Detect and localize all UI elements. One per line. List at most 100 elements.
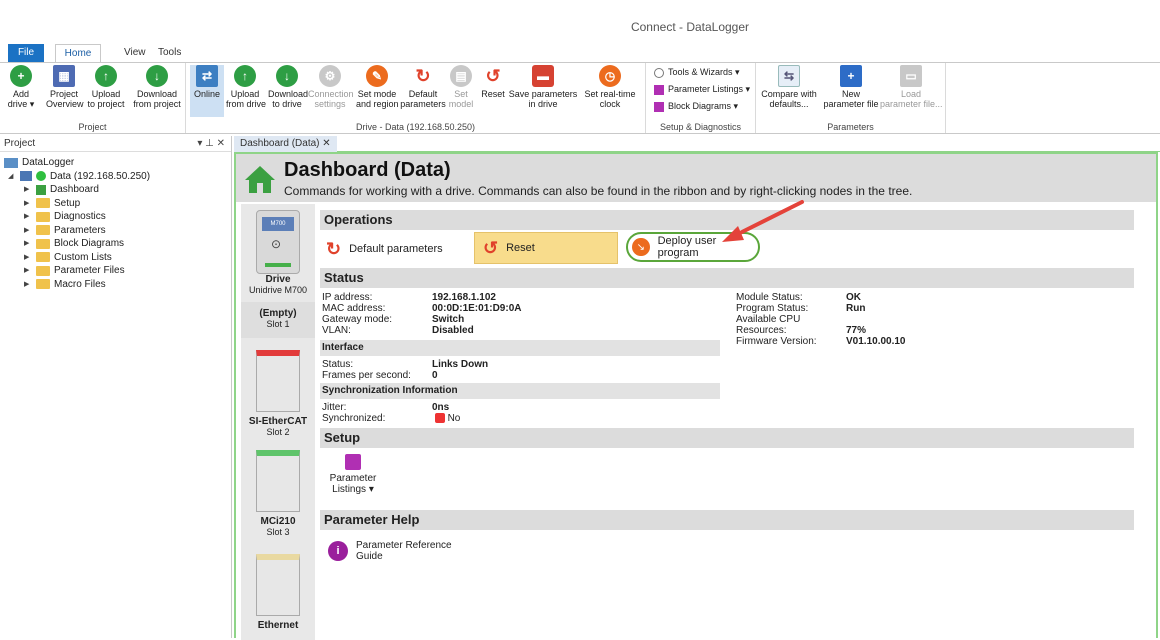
tree-item-dashboard[interactable]: ▶ Dashboard [4,183,231,197]
status-gateway: Gateway mode: Switch [322,314,465,325]
block-diagrams-icon [654,101,664,112]
device-ethernet[interactable]: Ethernet [241,554,315,631]
folder-icon [36,279,50,290]
listings-icon [345,454,361,470]
download-from-project-button[interactable]: ↓ Download from project [132,65,182,109]
status-mac: MAC address: 00:0D:1E:01:D9:0A [322,303,522,314]
tools-icon [654,67,664,78]
tree-item-parameter-files[interactable]: ▶ Parameter Files [4,264,231,278]
project-panel: Project ▾ ⊥ ✕ DataLogger ◢ Data (192.168… [0,136,232,638]
tree-item-diagnostics[interactable]: ▶ Diagnostics [4,210,231,224]
device-slot-2[interactable]: SI-EtherCAT Slot 2 [241,350,315,437]
load-folder-icon: ▭ [900,65,922,87]
default-params-icon: ↻ [326,238,342,259]
reset-icon: ↺ [483,237,499,258]
status-section: IP address: 192.168.1.102 MAC address: 00:… [320,288,1134,347]
ribbon: + Add drive ▾ ▦ Project Overview ↑ Uploa… [0,62,1160,134]
tree-item-setup[interactable]: ▶ Setup [4,197,231,211]
page-subtitle: Commands for working with a drive. Comma… [284,184,913,198]
default-params-icon: ↻ [415,66,431,86]
set-mode-button[interactable]: ✎ Set mode and region [356,65,399,109]
online-button[interactable]: ⇄ Online [190,65,224,117]
parameters-group-label: Parameters [827,122,874,132]
parameter-reference-guide-action[interactable]: i Parameter Reference Guide [328,536,1142,566]
document-tab-dashboard[interactable]: Dashboard (Data) ✕ [234,136,337,152]
collapse-arrow-icon: ▶ [24,213,30,220]
tree-item-block-diagrams[interactable]: ▶ Block Diagrams [4,237,231,251]
upload-from-drive-button[interactable]: ↑ Upload from drive [226,65,266,109]
tree-item-parameters[interactable]: ▶ Parameters [4,224,231,238]
reset-button[interactable]: ↺ Reset [478,65,508,99]
set-mode-icon: ✎ [366,65,388,87]
collapse-arrow-icon: ▶ [24,253,30,261]
dashboard-banner: Dashboard (Data) Commands for working wi… [236,154,1156,202]
reset-action[interactable]: ↺ Reset [474,232,618,264]
download-drive-icon: ↓ [276,65,298,87]
interface-section: Status: Links Down Frames per second: 0 [322,359,489,381]
add-drive-icon: + [10,65,32,87]
setup-group: Tools & Wizards ▾ Parameter Listings ▾ B… [646,63,756,133]
reset-icon: ↺ [485,66,501,86]
new-parameter-file-button[interactable]: + New parameter file [822,65,880,109]
drive-icon [20,171,32,182]
default-parameters-button[interactable]: ↻ Default parameters [400,65,446,109]
add-drive-button[interactable]: + Add drive ▾ [6,65,36,109]
tools-wizards-button[interactable]: Tools & Wizards ▾ [654,67,740,78]
download-to-drive-button[interactable]: ↓ Download to drive [268,65,308,109]
connection-settings-button[interactable]: ⚙ Connection settings [308,65,354,109]
home-icon [245,166,275,193]
folder-icon [36,211,50,222]
collapse-arrow-icon: ▶ [24,280,30,288]
panel-controls[interactable]: ▾ ⊥ ✕ [197,136,225,151]
status-cpu: Available CPU Resources: 77% [736,314,867,336]
upload-to-project-button[interactable]: ↑ Upload to project [86,65,126,109]
status-heading: Status [320,268,1134,288]
tab-home[interactable]: Home [55,44,101,62]
tab-file[interactable]: File [8,44,44,62]
tab-tools[interactable]: Tools [148,44,191,62]
save-parameters-button[interactable]: ▬ Save parameters in drive [508,65,578,109]
collapse-arrow-icon: ▶ [24,240,30,247]
device-slot-1[interactable]: (Empty) Slot 1 [241,302,315,338]
drive-group-label: Drive - Data (192.168.50.250) [355,122,476,132]
project-overview-button[interactable]: ▦ Project Overview [46,65,84,109]
setup-section: Parameter Listings ▾ [320,448,1134,510]
folder-icon [36,198,50,209]
device-sidebar: M700 ⊙ Drive Unidrive M700 (Empty) Slot … [241,204,315,640]
set-model-button[interactable]: ▤ Set model [446,65,476,109]
parameter-listings-action[interactable]: Parameter Listings ▾ [326,454,380,495]
tree-item-custom-lists[interactable]: ▶ Custom Lists [4,251,231,265]
default-parameters-action[interactable]: ↻ Default parameters [326,234,443,264]
tree-root[interactable]: DataLogger [4,156,231,170]
device-drive[interactable]: M700 ⊙ Drive Unidrive M700 [241,210,315,295]
drive-group: ⇄ Online ↑ Upload from drive ↓ Download … [186,63,646,133]
collapse-arrow-icon: ▶ [24,186,30,193]
tree-item-macro-files[interactable]: ▶ Macro Files [4,278,231,292]
set-clock-button[interactable]: ◷ Set real-time clock [582,65,638,109]
interface-heading: Interface [320,340,720,356]
status-firmware: Firmware Version: V01.10.00.10 [736,336,906,347]
tree-drive[interactable]: ◢ Data (192.168.50.250) [4,170,231,184]
annotation-arrow-icon [722,200,804,242]
download-icon: ↓ [146,65,168,87]
page-title: Dashboard (Data) [284,159,451,181]
block-diagrams-button[interactable]: Block Diagrams ▾ [654,101,738,112]
parameters-group: ⇆ Compare with defaults... + New paramet… [756,63,946,133]
sync-section: Jitter: 0ns Synchronized: No [322,402,461,424]
keypad-icon: ⊙ [271,237,282,251]
load-parameter-file-button[interactable]: ▭ Load parameter file... [880,65,943,109]
project-icon [4,157,18,168]
folder-icon [36,238,50,249]
parameter-listings-button[interactable]: Parameter Listings ▾ [654,84,750,95]
parameter-help-heading: Parameter Help [320,510,1134,530]
new-file-icon: + [840,65,862,87]
folder-icon [36,252,50,263]
folder-icon [36,265,50,276]
status-ip: IP address: 192.168.1.102 [322,292,496,303]
mci210-module-image [256,450,300,512]
device-slot-3[interactable]: MCi210 Slot 3 [241,450,315,537]
collapse-arrow-icon: ▶ [24,267,30,274]
title-bar: Connect - DataLogger [0,0,1160,40]
compare-defaults-button[interactable]: ⇆ Compare with defaults... [760,65,818,109]
clock-icon: ◷ [599,65,621,87]
